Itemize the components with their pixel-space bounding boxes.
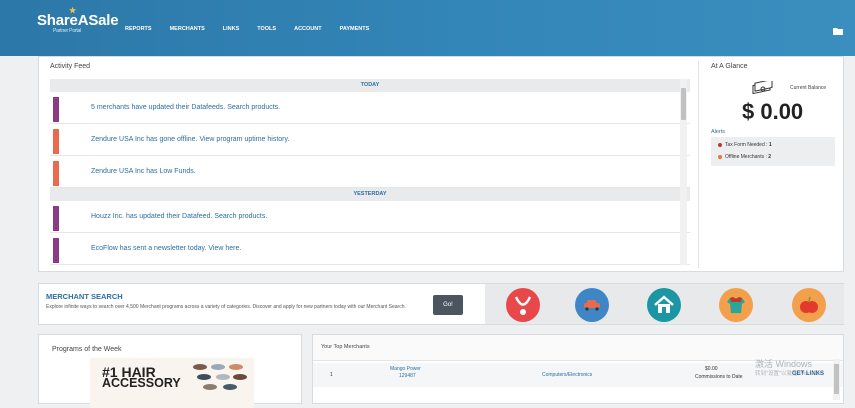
feed-item-marker	[53, 161, 59, 186]
yesterday-header: YESTERDAY	[50, 188, 690, 201]
ad-subheadline: ACCESSORY	[102, 376, 181, 390]
top-merchants-scrollbar[interactable]	[833, 359, 840, 400]
today-header: TODAY	[50, 79, 690, 92]
alert-label: Offline Merchants :	[725, 154, 769, 160]
merchant-search-description: Explore infinite ways to search over 4,5…	[46, 304, 406, 310]
scrollbar-thumb[interactable]	[834, 364, 839, 394]
feed-item-marker	[53, 238, 59, 263]
scrollbar-thumb[interactable]	[681, 88, 686, 120]
nav-tools[interactable]: TOOLS	[257, 26, 276, 32]
money-stack-icon	[752, 81, 773, 95]
current-balance-value: $ 0.00	[742, 99, 804, 124]
merchant-name[interactable]: Mango Power	[390, 366, 421, 372]
current-balance-label: Current Balance	[790, 85, 827, 91]
activity-feed-title: Activity Feed	[50, 63, 91, 70]
alerts-box: Tax Form Needed : 1 Offline Merchants : …	[711, 137, 835, 166]
at-a-glance-title: At A Glance	[711, 63, 748, 70]
category-strip	[485, 284, 844, 324]
top-navigation-bar: ShareASale ★ Partner Portal REPORTS MERC…	[0, 0, 855, 56]
commission-label: Commissions to Date	[695, 374, 743, 380]
nav-links[interactable]: LINKS	[223, 26, 240, 32]
main-nav: REPORTS MERCHANTS LINKS TOOLS ACCOUNT PA…	[125, 26, 387, 32]
feed-item-marker	[53, 206, 59, 231]
alerts-label: Alerts	[711, 129, 726, 135]
nav-account[interactable]: ACCOUNT	[294, 26, 322, 32]
windows-activation-subtext: 转到"设置"以激活 Windows。	[755, 371, 827, 377]
hair-clips-image	[193, 364, 247, 390]
feed-item[interactable]: Zendure USA Inc has gone offline. View p…	[50, 124, 690, 156]
nav-merchants[interactable]: MERCHANTS	[170, 26, 205, 32]
feed-item-marker	[53, 97, 59, 122]
necklace-icon[interactable]	[506, 288, 540, 322]
programs-title: Programs of the Week	[52, 346, 122, 353]
feed-item-text[interactable]: Zendure USA Inc has gone offline. View p…	[91, 136, 289, 143]
apple-icon[interactable]	[792, 288, 826, 322]
hair-accessory-ad[interactable]: #1 HAIR ACCESSORY	[90, 358, 254, 408]
folder-icon[interactable]	[833, 27, 843, 35]
alert-dot	[718, 154, 722, 159]
feed-item-marker	[53, 129, 59, 154]
shirt-icon[interactable]	[719, 288, 753, 322]
feed-item[interactable]: Zendure USA Inc has Low Funds.	[50, 156, 690, 188]
feed-item[interactable]: EcoFlow has sent a newsletter today. Vie…	[50, 233, 690, 265]
merchant-search-title: MERCHANT SEARCH	[46, 292, 123, 301]
logo-subtitle: Partner Portal	[53, 28, 82, 34]
home-icon[interactable]	[647, 288, 681, 322]
logo-text: ShareASale	[37, 12, 119, 29]
go-button[interactable]: Go!	[433, 295, 463, 315]
car-icon[interactable]	[575, 288, 609, 322]
alert-count: 1	[768, 142, 772, 148]
merchant-category[interactable]: Computers/Electronics	[542, 372, 592, 378]
activity-feed-panel: Activity Feed TODAY 5 merchants have upd…	[38, 56, 844, 272]
commission-amount: $0.00	[705, 366, 718, 372]
alert-count: 2	[768, 154, 772, 160]
top-merchants-title: Your Top Merchants	[321, 344, 370, 350]
nav-reports[interactable]: REPORTS	[125, 26, 152, 32]
shareasale-logo[interactable]: ShareASale ★ Partner Portal	[37, 6, 119, 34]
alert-dot	[718, 142, 722, 147]
merchant-id[interactable]: 129487	[399, 373, 416, 379]
alert-label: Tax Form Needed :	[725, 142, 769, 148]
merchant-search-panel: MERCHANT SEARCH Explore infinite ways to…	[38, 283, 844, 325]
feed-item-text[interactable]: 5 merchants have updated their Datafeeds…	[91, 104, 280, 111]
alert-offline-merchants[interactable]: Offline Merchants : 2	[718, 154, 771, 160]
feed-item-text[interactable]: Zendure USA Inc has Low Funds.	[91, 168, 196, 175]
feed-item[interactable]: 5 merchants have updated their Datafeeds…	[50, 92, 690, 124]
activity-feed-list: TODAY 5 merchants have updated their Dat…	[50, 79, 690, 265]
feed-item-text[interactable]: Houzz Inc. has updated their Datafeed. S…	[91, 213, 267, 220]
feed-item[interactable]: Houzz Inc. has updated their Datafeed. S…	[50, 201, 690, 233]
panel-divider	[698, 61, 699, 268]
star-icon: ★	[69, 6, 76, 15]
nav-payments[interactable]: PAYMENTS	[340, 26, 370, 32]
feed-item-text[interactable]: EcoFlow has sent a newsletter today. Vie…	[91, 245, 241, 252]
alert-tax-form[interactable]: Tax Form Needed : 1	[718, 142, 772, 148]
activity-feed-scrollbar[interactable]	[680, 79, 687, 265]
programs-of-the-week-panel: Programs of the Week #1 HAIR ACCESSORY	[38, 334, 302, 408]
merchant-rank: 1	[330, 372, 333, 378]
